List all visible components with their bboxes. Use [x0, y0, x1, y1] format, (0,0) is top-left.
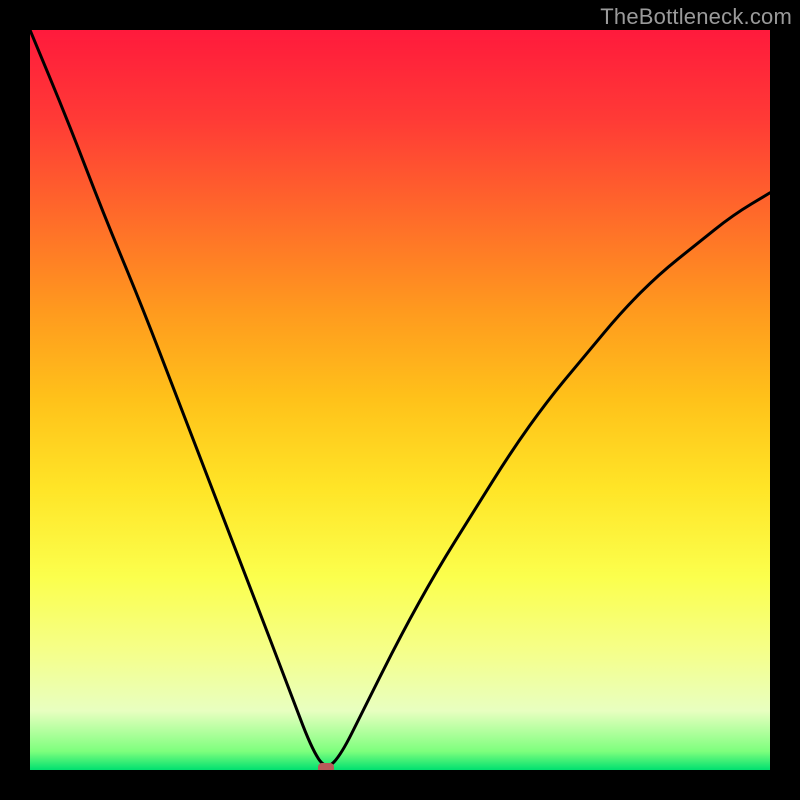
watermark-text: TheBottleneck.com [600, 4, 792, 30]
optimal-point-marker [318, 763, 334, 770]
chart-frame: TheBottleneck.com [0, 0, 800, 800]
curve-svg [30, 30, 770, 770]
plot-area [30, 30, 770, 770]
bottleneck-curve [30, 30, 770, 766]
